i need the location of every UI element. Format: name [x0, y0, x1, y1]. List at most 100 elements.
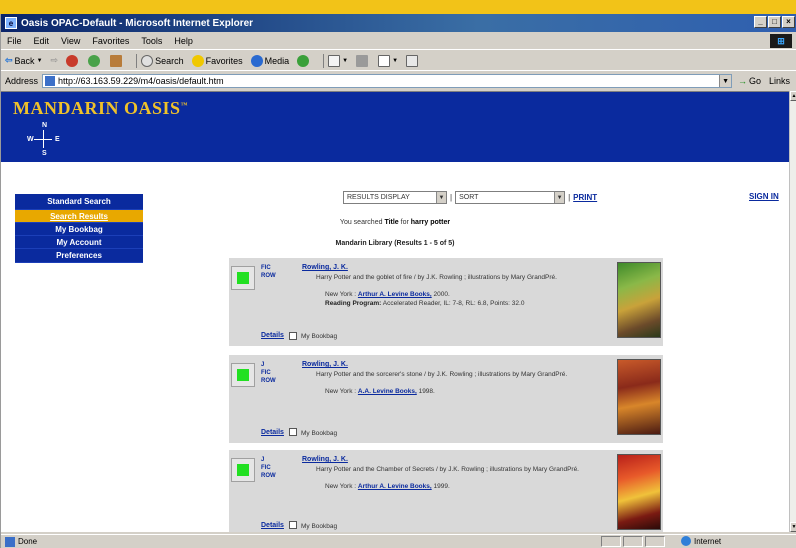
call-code: FIC — [261, 370, 271, 376]
author-link[interactable]: Rowling, J. K. — [302, 456, 348, 463]
bookbag-checkbox[interactable] — [289, 428, 297, 436]
call-code: FIC — [261, 465, 271, 471]
call-number: J FIC ROW — [261, 361, 276, 385]
book-cover-image[interactable] — [617, 454, 661, 530]
media-label: Media — [264, 55, 290, 66]
window-title: Oasis OPAC-Default - Microsoft Internet … — [21, 17, 254, 29]
search-prefix: You searched — [339, 219, 383, 226]
links-button[interactable]: Links — [769, 76, 790, 86]
scroll-up-icon[interactable]: ▲ — [790, 91, 796, 101]
menu-help[interactable]: Help — [174, 36, 193, 46]
title-statement: Harry Potter and the sorcerer's stone / … — [316, 371, 568, 378]
menu-favorites[interactable]: Favorites — [92, 36, 129, 46]
details-link[interactable]: Details — [261, 332, 284, 339]
refresh-button[interactable] — [88, 54, 102, 67]
author-link[interactable]: Rowling, J. K. — [302, 361, 348, 368]
reading-value: Accelerated Reader, IL: 7-8, RL: 6.8, Po… — [382, 300, 525, 307]
chevron-down-icon: ▼ — [436, 192, 446, 203]
edit-button[interactable]: ▼ — [378, 54, 399, 67]
search-button[interactable]: Search — [141, 54, 184, 67]
printer-icon — [356, 54, 369, 67]
media-button[interactable]: Media — [250, 54, 290, 67]
status-panel — [623, 536, 643, 547]
call-number: FIC ROW — [261, 264, 276, 280]
bookbag-checkbox[interactable] — [289, 332, 297, 340]
favorites-label: Favorites — [205, 55, 243, 66]
sort-value: SORT — [459, 194, 479, 201]
chevron-down-icon[interactable]: ▼ — [719, 75, 732, 87]
nav-standard-search[interactable]: Standard Search — [15, 194, 143, 210]
available-indicator-icon — [237, 272, 249, 284]
book-cover-image[interactable] — [617, 359, 661, 435]
availability-button[interactable] — [231, 266, 255, 290]
book-cover-image[interactable] — [617, 262, 661, 338]
forward-arrow-icon: ⇨ — [50, 55, 59, 65]
address-label: Address — [5, 76, 39, 86]
forward-button[interactable]: ⇨ — [51, 55, 59, 66]
windows-logo-icon: ⊞ — [770, 34, 792, 48]
toolbar-separator — [323, 53, 325, 68]
go-button[interactable]: → Go — [738, 76, 761, 86]
details-link[interactable]: Details — [261, 429, 284, 436]
stop-button[interactable] — [66, 54, 80, 67]
chevron-down-icon: ▼ — [392, 57, 399, 64]
sort-select[interactable]: SORT ▼ — [455, 191, 566, 204]
ie-app-icon: e — [5, 17, 17, 29]
details-link[interactable]: Details — [261, 522, 284, 529]
author-link[interactable]: Rowling, J. K. — [302, 264, 348, 271]
availability-button[interactable] — [231, 363, 255, 387]
results-display-select[interactable]: RESULTS DISPLAY ▼ — [343, 191, 447, 204]
favorites-button[interactable]: Favorites — [191, 54, 243, 67]
close-icon[interactable]: × — [782, 16, 795, 28]
history-button[interactable] — [297, 54, 311, 67]
brand-logo[interactable]: MANDARIN OASIS™ — [13, 98, 188, 119]
chevron-down-icon: ▼ — [342, 57, 349, 64]
home-button[interactable] — [110, 54, 124, 67]
call-number: J FIC ROW — [261, 456, 276, 480]
sign-in-link[interactable]: SIGN IN — [749, 192, 779, 201]
compass-n: N — [42, 122, 48, 129]
chevron-down-icon: ▼ — [36, 57, 43, 64]
call-code: ROW — [261, 273, 276, 279]
history-icon — [297, 54, 310, 67]
publisher-link[interactable]: Arthur A. Levine Books, — [358, 483, 432, 490]
pub-year: 1998. — [418, 388, 435, 395]
bookbag-checkbox[interactable] — [289, 521, 297, 529]
call-code: FIC — [261, 265, 271, 271]
pub-year: 2000. — [433, 291, 450, 298]
home-icon — [110, 54, 123, 67]
menu-tools[interactable]: Tools — [141, 36, 162, 46]
print-button[interactable] — [356, 54, 370, 67]
search-query: harry potter — [410, 219, 451, 226]
publisher-link[interactable]: A.A. Levine Books, — [358, 388, 417, 395]
result-item: J FIC ROW Rowling, J. K. Harry Potter an… — [229, 355, 663, 443]
availability-button[interactable] — [231, 458, 255, 482]
search-field: Title — [384, 219, 399, 226]
search-label: Search — [155, 55, 184, 66]
globe-icon — [681, 536, 691, 546]
minimize-icon[interactable]: _ — [754, 16, 767, 28]
left-nav: Standard Search Search Results My Bookba… — [15, 194, 143, 263]
nav-preferences[interactable]: Preferences — [15, 249, 143, 263]
back-button[interactable]: ⇦ Back ▼ — [5, 55, 43, 66]
mail-button[interactable]: ▼ — [328, 54, 349, 67]
print-link[interactable]: PRINT — [573, 193, 597, 202]
scroll-down-icon[interactable]: ▼ — [790, 522, 796, 532]
menu-view[interactable]: View — [61, 36, 80, 46]
menu-bar: File Edit View Favorites Tools Help — [1, 32, 796, 50]
address-input[interactable]: http://63.163.59.229/m4/oasis/default.ht… — [42, 74, 733, 88]
search-for: for — [400, 219, 409, 226]
title-bar[interactable]: e Oasis OPAC-Default - Microsoft Interne… — [1, 14, 796, 32]
menu-file[interactable]: File — [7, 36, 22, 46]
search-icon — [141, 54, 154, 67]
window-controls: _ □ × — [754, 16, 795, 28]
menu-edit[interactable]: Edit — [34, 36, 50, 46]
favorites-star-icon — [191, 54, 204, 67]
publisher-link[interactable]: Arthur A. Levine Books, — [358, 291, 432, 298]
discuss-button[interactable] — [406, 54, 420, 67]
back-label: Back — [14, 55, 35, 66]
vertical-scrollbar[interactable]: ▲ ▼ — [789, 91, 796, 532]
pub-place: New York : — [325, 291, 357, 298]
compass-s: S — [42, 150, 47, 157]
maximize-icon[interactable]: □ — [768, 16, 781, 28]
